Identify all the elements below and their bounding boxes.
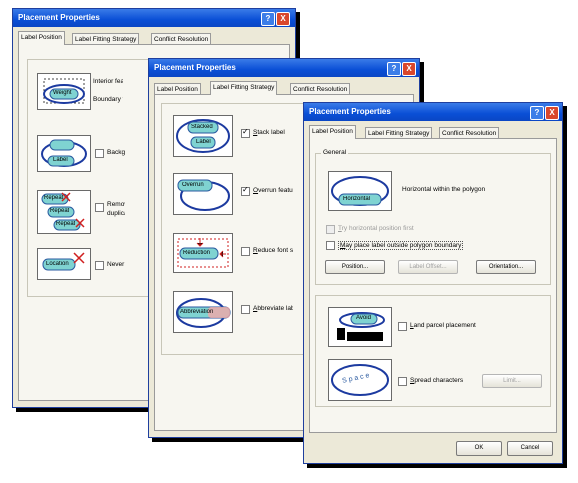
stacked-text: Stacked <box>191 124 213 130</box>
window-title: Placement Properties <box>18 13 100 22</box>
title-bar[interactable]: Placement Properties <box>149 59 419 77</box>
abbreviation-text: Abbreviation <box>180 309 214 315</box>
may-place-outside-label: May place label outside polygon boundary <box>338 241 464 250</box>
stack-label-checkbox[interactable] <box>241 127 250 138</box>
close-button[interactable]: X <box>545 106 559 120</box>
overrun-feature-label: Overrun feature <box>253 187 293 194</box>
tab-strip: Label Position Label Fitting Strategy Co… <box>18 31 290 45</box>
reduce-font-size-checkbox[interactable] <box>241 247 250 256</box>
abbreviate-label-label: Abbreviate label <box>253 305 293 312</box>
spread-characters-label: Spread characters <box>410 377 464 384</box>
avoid-illustration: Avoid <box>328 307 392 347</box>
help-button[interactable]: ? <box>530 106 544 120</box>
title-bar[interactable]: Placement Properties <box>304 103 562 121</box>
overrun-illustration: Overrun <box>173 173 233 215</box>
label-offset-button[interactable]: Label Offset... <box>398 260 458 274</box>
label-illustration-text: Label <box>53 157 68 163</box>
boundary-features-label: Boundary features <box>93 96 123 103</box>
overrun-text: Overrun <box>182 182 204 188</box>
may-place-outside-checkbox[interactable] <box>326 241 335 250</box>
horizontal-illustration: Horizontal <box>328 171 392 211</box>
horizontal-description: Horizontal within the polygon <box>402 186 486 193</box>
land-parcel-checkbox[interactable] <box>398 322 407 331</box>
abbreviation-illustration: Abbreviation <box>173 291 233 333</box>
land-parcel-label: Land parcel placement <box>410 322 476 329</box>
weight-label: Weight <box>53 90 72 96</box>
reduction-illustration: Reduction <box>173 233 233 273</box>
stacked-illustration: Stacked Label <box>173 115 233 157</box>
tab-strip: Label Position Label Fitting Strategy Co… <box>309 125 557 139</box>
stack-label-label: Stack label <box>253 129 285 136</box>
background-labels-checkbox[interactable] <box>95 149 104 158</box>
background-labels-label: Background labels <box>107 149 125 156</box>
cancel-button[interactable]: Cancel <box>507 441 553 456</box>
repeat-illustration: Repeat Repeat Repeat <box>37 190 91 234</box>
help-button[interactable]: ? <box>387 62 401 76</box>
close-button[interactable]: X <box>402 62 416 76</box>
tab-strip: Label Position Label Fitting Strategy Co… <box>154 81 414 95</box>
location-text: Location <box>46 261 69 267</box>
weight-illustration: Weight <box>37 73 91 110</box>
tab-label-fitting-strategy[interactable]: Label Fitting Strategy <box>210 81 278 95</box>
limit-button[interactable]: Limit... <box>482 374 542 388</box>
stacked-label-text: Label <box>196 139 211 145</box>
ok-button[interactable]: OK <box>456 441 502 456</box>
tab-label-position[interactable]: Label Position <box>18 31 65 45</box>
never-remove-label: Never remove <box>107 261 125 268</box>
spread-characters-checkbox[interactable] <box>398 377 407 386</box>
tab-label-position[interactable]: Label Position <box>309 125 356 139</box>
repeat-text-3: Repeat <box>56 221 76 227</box>
reduction-text: Reduction <box>183 250 211 256</box>
remove-duplicates-checkbox[interactable] <box>95 203 104 212</box>
window-title: Placement Properties <box>154 63 236 72</box>
remove-duplicates-label: Remove duplicate labels <box>107 201 125 217</box>
window-title: Placement Properties <box>309 107 391 116</box>
position-button[interactable]: Position... <box>325 260 385 274</box>
placement-properties-dialog-front: Placement Properties ? X Label Position … <box>303 102 563 464</box>
overrun-feature-checkbox[interactable] <box>241 185 250 196</box>
repeat-text-1: Repeat <box>44 195 64 201</box>
try-horizontal-label: Try horizontal position first <box>338 225 414 232</box>
avoid-text: Avoid <box>356 315 371 321</box>
horizontal-text: Horizontal <box>343 196 371 202</box>
repeat-text-2: Repeat <box>50 208 70 214</box>
never-remove-checkbox[interactable] <box>95 261 104 270</box>
tab-panel: General Horizontal Horizontal within the… <box>309 138 557 433</box>
label-illustration: Label <box>37 135 91 172</box>
interior-features-label: Interior features <box>93 78 123 85</box>
help-button[interactable]: ? <box>261 12 275 26</box>
abbreviate-label-checkbox[interactable] <box>241 305 250 314</box>
general-group-label: General <box>321 149 349 156</box>
orientation-button[interactable]: Orientation... <box>476 260 536 274</box>
space-illustration: S p a c e <box>328 359 392 401</box>
reduce-font-size-label: Reduce font size <box>253 247 293 254</box>
title-bar[interactable]: Placement Properties <box>13 9 295 27</box>
close-button[interactable]: X <box>276 12 290 26</box>
try-horizontal-checkbox[interactable] <box>326 225 335 234</box>
location-illustration: Location <box>37 248 91 280</box>
